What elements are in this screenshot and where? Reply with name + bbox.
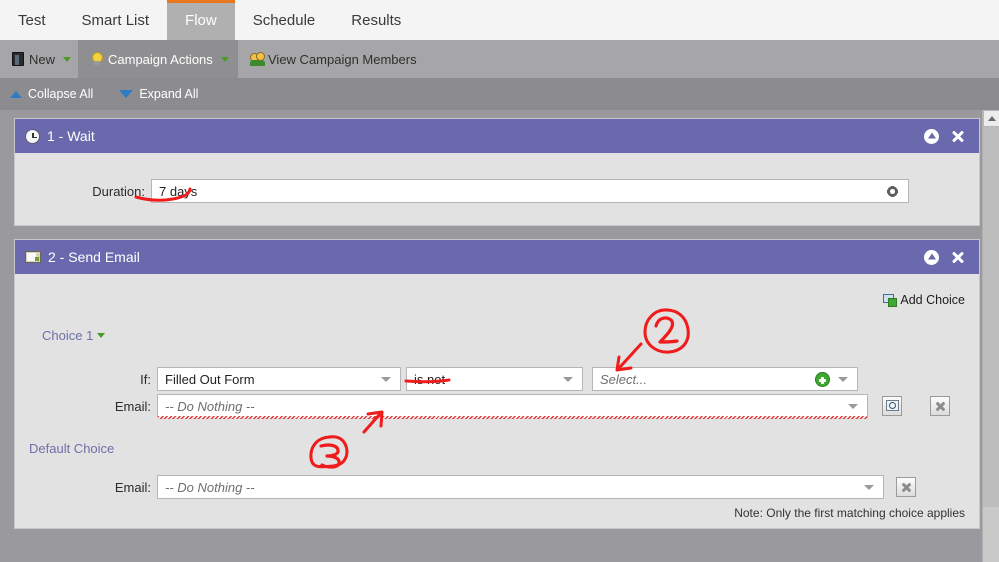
add-choice-label: Add Choice [900, 293, 965, 307]
choice-1-label: Choice 1 [42, 328, 94, 343]
choice-email-value: -- Do Nothing -- [165, 399, 255, 414]
tab-smart-list[interactable]: Smart List [64, 0, 168, 40]
move-up-icon[interactable] [924, 128, 939, 144]
email-icon [25, 251, 41, 263]
move-up-icon[interactable] [924, 249, 939, 265]
chevron-down-icon [220, 56, 229, 62]
tab-results[interactable]: Results [333, 0, 419, 40]
flow-step-wait-title: 1 - Wait [47, 128, 95, 144]
view-campaign-members-label: View Campaign Members [268, 51, 417, 67]
campaign-actions-label: Campaign Actions [108, 51, 213, 67]
tab-test[interactable]: Test [0, 0, 64, 40]
flow-step-send-email: 2 - Send Email Add Choice Choice 1 If: F… [14, 239, 980, 529]
if-label: If: [140, 371, 151, 387]
collapse-all-button[interactable]: Collapse All [10, 87, 93, 101]
scroll-up-arrow[interactable] [983, 110, 999, 127]
choice-email-dropdown[interactable]: -- Do Nothing -- [157, 394, 868, 419]
main-tab-bar: Test Smart List Flow Schedule Results [0, 0, 999, 40]
close-icon [901, 482, 912, 493]
page-icon [12, 52, 24, 66]
new-button-label: New [29, 51, 56, 67]
marketo-flow-editor: Test Smart List Flow Schedule Results Ne… [0, 0, 999, 562]
preview-icon [886, 400, 899, 412]
select-value-field[interactable]: Select... [592, 367, 858, 391]
remove-choice-button[interactable] [930, 396, 950, 416]
flow-step-send-email-title: 2 - Send Email [48, 249, 140, 265]
tab-schedule[interactable]: Schedule [235, 0, 334, 40]
validation-error-underline [158, 416, 867, 419]
default-email-label: Email: [114, 479, 151, 495]
people-icon [250, 52, 266, 66]
chevron-down-icon [864, 484, 874, 490]
close-icon [935, 401, 946, 412]
lightbulb-icon [90, 52, 103, 66]
view-campaign-members-button[interactable]: View Campaign Members [238, 40, 429, 78]
gear-icon[interactable] [886, 184, 899, 198]
choice-email-row: Email: -- Do Nothing -- [15, 394, 979, 419]
operator-value: is not [414, 371, 446, 387]
chevron-down-icon [563, 376, 573, 382]
flow-canvas: 1 - Wait Duration: 7 days 2 - Send Email… [0, 110, 999, 562]
remove-default-choice-button[interactable] [896, 477, 916, 497]
duration-field[interactable]: 7 days [151, 179, 909, 203]
tree-controls: Collapse All Expand All [0, 78, 999, 110]
expand-all-button[interactable]: Expand All [119, 87, 198, 101]
matching-choice-note: Note: Only the first matching choice app… [734, 506, 965, 520]
chevron-down-icon [97, 333, 106, 338]
triangle-down-icon [119, 90, 134, 98]
expand-all-label: Expand All [139, 87, 199, 101]
add-icon[interactable] [815, 371, 830, 387]
flow-step-wait-header: 1 - Wait [15, 119, 979, 153]
default-choice-label: Default Choice [29, 441, 115, 456]
chevron-down-icon [381, 376, 391, 382]
new-button[interactable]: New [0, 40, 78, 78]
if-trigger-dropdown[interactable]: Filled Out Form [157, 367, 401, 391]
collapse-all-label: Collapse All [28, 87, 94, 101]
if-trigger-value: Filled Out Form [165, 371, 255, 387]
preview-email-button[interactable] [882, 396, 902, 416]
if-row: If: Filled Out Form is not Select... [15, 367, 979, 391]
campaign-actions-button[interactable]: Campaign Actions [78, 40, 238, 78]
triangle-up-icon [10, 90, 22, 98]
tab-flow[interactable]: Flow [167, 0, 235, 40]
choice-email-label: Email: [114, 398, 151, 414]
close-icon[interactable] [950, 250, 965, 265]
duration-label: Duration: [92, 183, 145, 199]
flow-step-wait: 1 - Wait Duration: 7 days [14, 118, 980, 226]
operator-dropdown[interactable]: is not [406, 367, 583, 391]
default-email-value: -- Do Nothing -- [165, 479, 255, 495]
default-email-row: Email: -- Do Nothing -- [15, 475, 979, 499]
chevron-down-icon [848, 404, 858, 409]
close-icon[interactable] [950, 129, 965, 144]
vertical-scrollbar[interactable] [982, 110, 999, 562]
action-toolbar: New Campaign Actions View Campaign Membe… [0, 40, 999, 78]
default-choice-heading: Default Choice [29, 440, 114, 458]
scrollbar-thumb[interactable] [983, 127, 999, 507]
chevron-down-icon [63, 56, 72, 62]
default-email-dropdown[interactable]: -- Do Nothing -- [157, 475, 884, 499]
choice-1-toggle[interactable]: Choice 1 [42, 327, 106, 345]
chevron-down-icon [838, 376, 848, 382]
duration-value: 7 days [159, 183, 198, 199]
flow-step-send-email-body: Add Choice Choice 1 If: Filled Out Form … [15, 274, 979, 528]
clock-icon [25, 128, 40, 144]
add-choice-button[interactable]: Add Choice [883, 293, 965, 307]
flow-step-wait-body: Duration: 7 days [15, 153, 979, 225]
select-placeholder: Select... [600, 371, 647, 387]
flow-step-send-email-header: 2 - Send Email [15, 240, 979, 274]
add-choice-icon [883, 293, 898, 307]
